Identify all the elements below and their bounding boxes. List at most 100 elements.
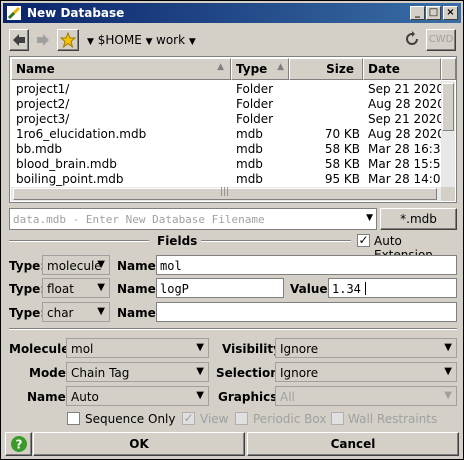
chevron-down-icon: ▼ — [444, 366, 452, 377]
field-type-label-3: Type: — [9, 306, 46, 320]
close-button[interactable]: × — [443, 6, 458, 20]
maximize-button[interactable]: □ — [426, 6, 441, 20]
vertical-scrollbar[interactable] — [441, 81, 455, 187]
cell-size: 70 KB — [324, 127, 360, 141]
chevron-down-icon: ▼ — [444, 390, 452, 401]
cell-date: Aug 28 2020 — [368, 127, 442, 141]
refresh-icon — [404, 31, 420, 50]
chevron-down-icon: ▼ — [196, 390, 204, 401]
molecule-label: Molecule: — [9, 342, 75, 356]
periodic-box-checkbox[interactable] — [235, 412, 248, 425]
field-type-select-2[interactable]: float ▼ — [42, 278, 110, 298]
sequence-only-checkbox[interactable] — [67, 412, 80, 425]
scroll-corner — [441, 187, 455, 201]
table-row[interactable]: 1ro6_elucidation.mdb mdb 70 KB Aug 28 2020 — [11, 127, 442, 142]
forward-button[interactable] — [33, 29, 53, 51]
extension-filter-button[interactable]: *.mdb — [380, 208, 457, 230]
selection-select[interactable]: Ignore ▼ — [275, 362, 457, 382]
cell-date: Sep 21 2020 — [368, 112, 442, 126]
help-icon: ? — [10, 436, 28, 456]
file-list[interactable]: Name ▲ Type ▲ Size Date project1/Folder Sep… — [9, 56, 457, 203]
title-bar[interactable]: New Database _ □ × — [3, 3, 461, 23]
star-icon — [59, 31, 77, 51]
app-icon — [6, 5, 22, 21]
back-button[interactable] — [9, 29, 29, 51]
graphics-label: Graphics: — [218, 390, 283, 404]
auto-extension-checkbox[interactable]: ✓ — [357, 234, 370, 247]
minimize-button[interactable]: _ — [410, 6, 425, 20]
periodic-box-label: Periodic Box — [253, 412, 327, 426]
path-segment-work[interactable]: work ▼ — [156, 33, 196, 47]
column-header-size[interactable]: Size — [289, 58, 363, 80]
bookmark-button[interactable] — [57, 29, 79, 51]
cell-size: 95 KB — [324, 172, 360, 186]
ok-button[interactable]: OK — [33, 432, 245, 456]
cell-type: mdb — [236, 172, 263, 186]
cancel-button[interactable]: Cancel — [247, 432, 459, 456]
table-row[interactable]: project1/Folder Sep 21 2020 — [11, 82, 442, 97]
cell-size: 58 KB — [324, 142, 360, 156]
wall-restraints-label: Wall Restraints — [348, 412, 438, 426]
molecule-select[interactable]: mol ▼ — [66, 338, 209, 358]
help-button[interactable]: ? — [5, 432, 32, 456]
cell-name: project2/ — [16, 97, 70, 111]
arrow-right-icon — [33, 34, 50, 50]
wall-restraints-checkbox[interactable] — [331, 412, 344, 425]
graphics-select[interactable]: All ▼ — [275, 386, 457, 406]
svg-text:?: ? — [15, 438, 22, 452]
horizontal-scroll-thumb[interactable]: ||| — [13, 187, 437, 200]
cell-name: project3/ — [16, 112, 70, 126]
view-checkbox[interactable]: ✓ — [182, 412, 195, 425]
field-name-input-1[interactable]: mol — [156, 255, 457, 275]
table-row[interactable]: project3/Folder Sep 21 2020 — [11, 112, 442, 127]
path-segment-home[interactable]: ▼ $HOME ▼ — [87, 33, 153, 47]
field-value-input-2[interactable]: 1.34 — [328, 278, 457, 298]
horizontal-scrollbar[interactable]: ||| — [11, 187, 441, 201]
field-name-input-3[interactable] — [156, 302, 457, 322]
vertical-scroll-thumb[interactable] — [442, 83, 454, 131]
cell-date: Mar 28 15:50 — [368, 157, 442, 171]
name-label: Name: — [27, 390, 71, 404]
window-title: New Database — [27, 6, 125, 20]
cell-date: Mar 28 16:39 — [368, 142, 442, 156]
new-database-window: New Database _ □ × ▼ $HOME ▼ work ▼ CWD … — [0, 0, 464, 460]
field-type-select-3[interactable]: char ▼ — [42, 302, 110, 322]
column-header-type[interactable]: Type ▲ — [231, 58, 289, 80]
fields-separator-right — [201, 240, 351, 242]
chevron-down-icon: ▼ — [196, 366, 204, 377]
cell-type: Folder — [236, 82, 274, 96]
table-row[interactable]: boiling_point.mdb mdb 95 KB Mar 28 14:04 — [11, 172, 442, 187]
cell-name: boiling_point.mdb — [16, 172, 124, 186]
table-row[interactable]: project2/Folder Aug 28 2020 — [11, 97, 442, 112]
fields-heading: Fields — [157, 234, 198, 248]
cell-type: mdb — [236, 142, 263, 156]
text-cursor — [365, 282, 366, 295]
cell-name: blood_brain.mdb — [16, 157, 117, 171]
field-name-input-2[interactable]: logP — [156, 278, 284, 298]
cell-size: 58 KB — [324, 157, 360, 171]
cell-date: Sep 21 2020 — [368, 82, 442, 96]
visibility-select[interactable]: Ignore ▼ — [275, 338, 457, 358]
mode-select[interactable]: Chain Tag ▼ — [66, 362, 209, 382]
selection-label: Selection: — [216, 366, 284, 380]
cell-name: 1ro6_elucidation.mdb — [16, 127, 147, 141]
filename-input[interactable]: data.mdb - Enter New Database Filename ▼ — [9, 208, 377, 230]
cell-type: Folder — [236, 97, 274, 111]
field-type-label-2: Type: — [9, 282, 46, 296]
column-header-name[interactable]: Name ▲ — [11, 58, 231, 80]
name-select[interactable]: Auto ▼ — [66, 386, 209, 406]
cwd-button[interactable]: CWD — [426, 29, 456, 51]
chevron-down-icon: ▼ — [97, 259, 105, 270]
view-label: View — [200, 412, 229, 426]
table-row[interactable]: blood_brain.mdb mdb 58 KB Mar 28 15:50 — [11, 157, 442, 172]
header-corner — [441, 58, 456, 80]
sequence-only-label: Sequence Only — [85, 412, 176, 426]
chevron-down-icon[interactable]: ▼ — [366, 213, 373, 223]
column-header-date[interactable]: Date — [363, 58, 441, 80]
field-name-label-2: Name: — [117, 282, 161, 296]
cell-date: Aug 28 2020 — [368, 97, 442, 111]
refresh-button[interactable] — [404, 31, 422, 49]
cell-type: mdb — [236, 127, 263, 141]
table-row[interactable]: bb.mdb mdb 58 KB Mar 28 16:39 — [11, 142, 442, 157]
field-type-select-1[interactable]: molecule ▼ — [42, 255, 110, 275]
